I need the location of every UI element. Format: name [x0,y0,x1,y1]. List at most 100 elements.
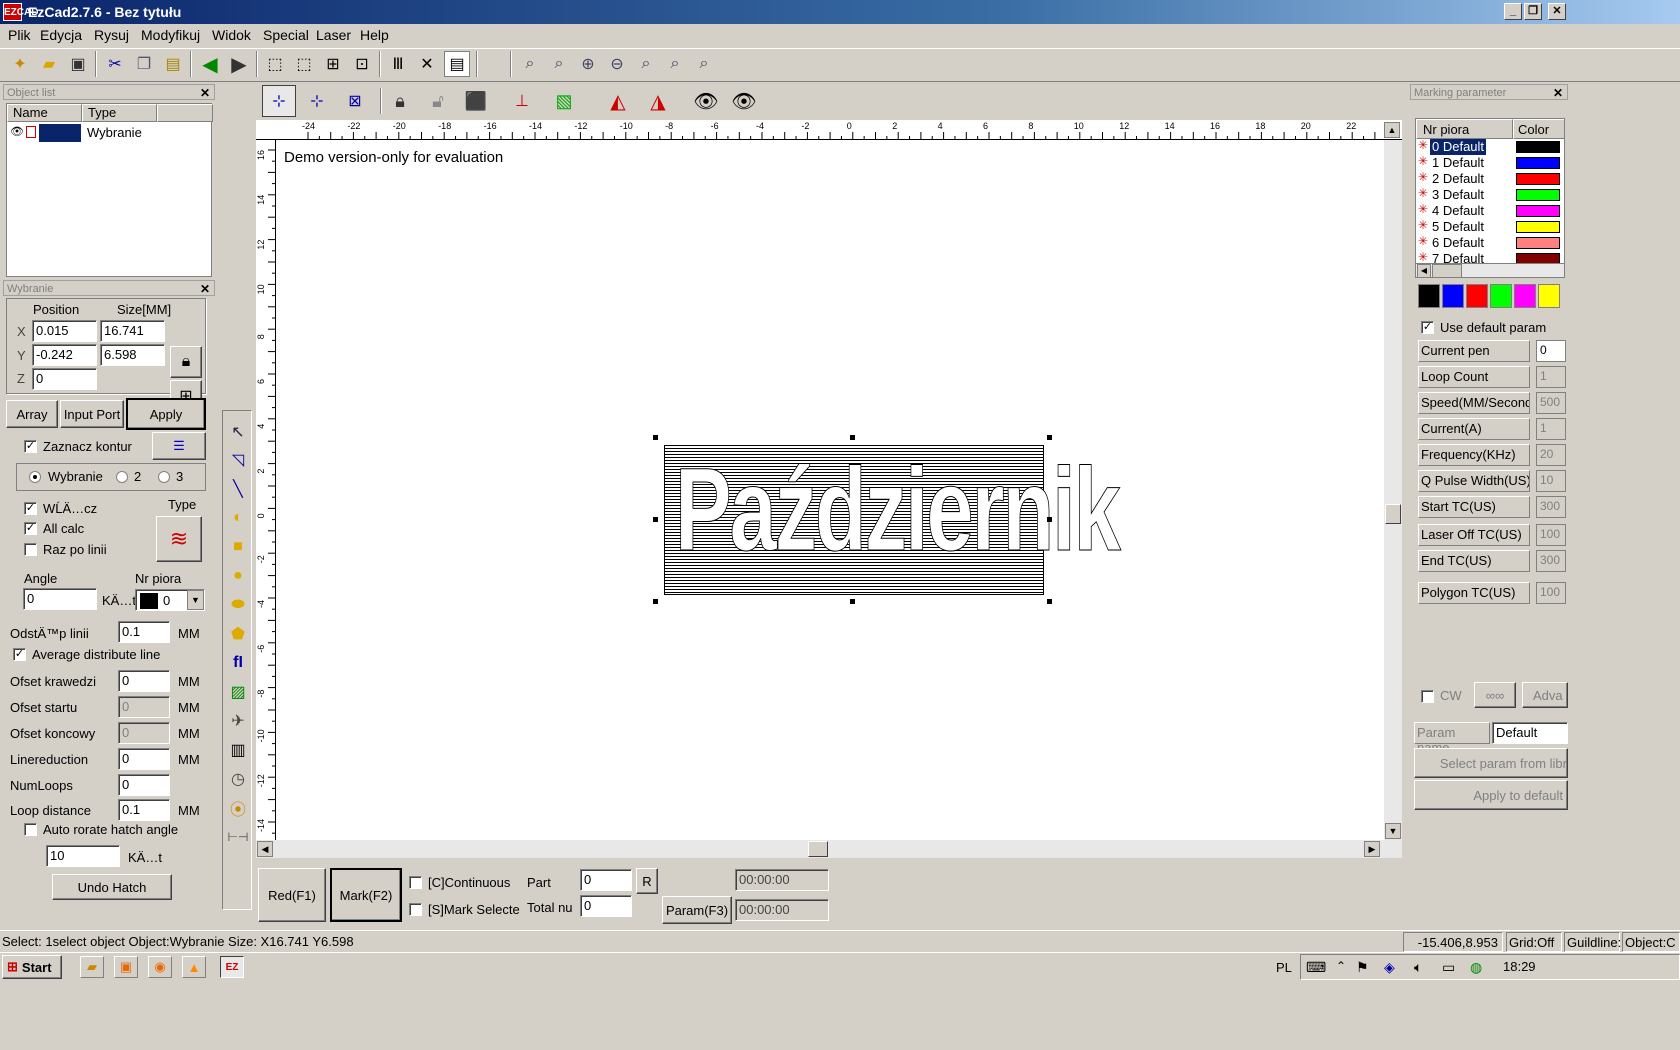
undo-hatch-button[interactable]: Undo Hatch [52,874,172,900]
select-edit-icon[interactable]: ⊞ [320,51,346,77]
lock-ratio-icon[interactable]: 🔒︎ [170,346,202,378]
selection-handle[interactable] [653,435,658,440]
zaznacz-kontur-checkbox[interactable]: ✓ [24,440,37,453]
selection-handle[interactable] [850,599,855,604]
flag-icon[interactable]: ⚑ [1356,959,1369,976]
undo-icon[interactable]: ◀ [197,51,223,77]
node-edit-icon[interactable]: ◹ [226,448,250,472]
new-file-icon[interactable]: ✦ [7,51,33,77]
pen-color-swatch[interactable] [1516,205,1560,217]
rotate-select-icon[interactable]: ⊹ [300,85,334,117]
pen-color-swatch[interactable] [1516,189,1560,201]
menu-help[interactable]: Help [360,27,389,43]
pen-color-swatch[interactable] [1516,157,1560,169]
rectangle-icon[interactable]: ■ [226,535,250,559]
vlc-icon[interactable]: ▲ [182,956,206,978]
cut-icon[interactable]: ✂ [102,51,128,77]
pen-list-scrollbar[interactable]: ◀ [1416,263,1564,277]
pen-row[interactable]: ✳ 2 Default [1416,170,1564,187]
pen-color-swatch[interactable] [1516,237,1560,249]
input-port-icon[interactable]: ⦿ [226,796,250,820]
pen-row[interactable]: ✳ 5 Default [1416,218,1564,235]
zoom-window-icon[interactable]: ⌕ [546,51,572,77]
menu-plik[interactable]: Plik [8,27,31,43]
linereduction-input[interactable]: 0 [118,748,170,770]
pen-row[interactable]: ✳ 4 Default [1416,202,1564,219]
selection-handle[interactable] [653,599,658,604]
selection-handle[interactable] [1047,599,1052,604]
hatched-text-object[interactable]: Październik [664,444,1121,595]
minimize-button[interactable]: _ [1504,3,1522,20]
radio-2[interactable] [116,471,128,483]
mark-selected-checkbox[interactable] [409,903,422,916]
ofset-koncowy-input[interactable]: 0 [118,722,170,744]
copy-icon[interactable]: ❐ [131,51,157,77]
menu-edycja[interactable]: Edycja [40,27,82,43]
param-value-input[interactable]: 0 [1536,340,1566,362]
close-icon[interactable]: ✕ [200,85,210,101]
odstep-input[interactable]: 0.1 [118,621,170,643]
pen-list-scroll-thumb[interactable] [1432,264,1462,277]
zoom-out-icon[interactable]: ⊖ [604,51,630,77]
zoom-icon[interactable]: ⌕ [517,51,543,77]
selection-handle[interactable] [850,435,855,440]
pen-select[interactable]: 0 ▼ [135,589,205,611]
drawing-canvas[interactable]: Demo version-only for evaluation Paździe… [276,140,1384,840]
ofset-startu-input[interactable]: 0 [118,696,170,718]
reset-part-button[interactable]: R [636,868,658,894]
mirror-h-icon[interactable]: ◭ [602,85,634,117]
select-node-icon[interactable]: ⊡ [349,51,375,77]
close-icon[interactable]: ✕ [1553,85,1563,101]
explorer-icon[interactable]: ▰ [80,956,104,978]
timer-icon[interactable]: ◷ [226,767,250,791]
output-port-icon[interactable]: ⊢⊣ [226,825,250,849]
scroll-up-button[interactable]: ▲ [1384,122,1400,138]
param-value-input[interactable]: 100 [1536,524,1566,546]
scroll-left-button[interactable]: ◀ [1417,264,1431,277]
contour-pen-icon[interactable]: ☰ [152,432,206,460]
pointer-icon[interactable]: ↖ [226,420,250,444]
list-view-icon[interactable]: ▤ [444,51,470,77]
x-size-input[interactable]: 16.741 [100,320,165,342]
display-icon[interactable]: ▭ [1442,959,1455,976]
select-group-icon[interactable]: ⬚ [291,51,317,77]
redo-icon[interactable]: ▶ [226,51,252,77]
color-swatch[interactable] [1538,284,1560,308]
close-icon[interactable]: ✕ [200,281,210,297]
select-param-button[interactable]: Select param from libr [1414,748,1568,778]
horizontal-scrollbar[interactable]: ◀ ▶ [256,840,1402,858]
lock-icon[interactable]: 🔒︎ [384,85,416,117]
part-input[interactable]: 0 [580,869,632,891]
save-icon[interactable]: ▣ [65,51,91,77]
numloops-input[interactable]: 0 [118,774,170,796]
color-swatch[interactable] [1514,284,1536,308]
eye-icon[interactable]: 👁︎ [10,125,24,138]
horizontal-scroll-thumb[interactable] [808,841,828,857]
wlacz-checkbox[interactable]: ✓ [24,502,37,515]
wobble-icon[interactable]: ∞∞ [1474,682,1516,708]
y-position-input[interactable]: -0.242 [32,344,97,366]
maximize-button[interactable]: ❐ [1524,3,1542,20]
advanced-button[interactable]: Adva [1522,682,1568,708]
selection-handle[interactable] [1047,517,1052,522]
auto-rotate-checkbox[interactable] [24,823,37,836]
param-value-input[interactable]: 1 [1536,418,1566,440]
select-all-icon[interactable]: ⊹ [262,85,296,117]
close-button[interactable]: ✕ [1548,3,1566,20]
all-calc-checkbox[interactable]: ✓ [24,522,37,535]
chevron-up-icon[interactable]: ⌃ [1336,959,1346,973]
radio-3[interactable] [158,471,170,483]
select-nodes-icon[interactable]: ⬚ [262,51,288,77]
apply-button[interactable]: Apply [126,398,206,430]
param-value-input[interactable]: 300 [1536,496,1566,518]
apply-default-button[interactable]: Apply to default [1414,780,1568,810]
color-swatch[interactable] [1490,284,1512,308]
polygon-icon[interactable]: ⬟ [226,622,250,646]
pen-row[interactable]: ✳ 1 Default [1416,154,1564,171]
pen-row[interactable]: ✳ 6 Default [1416,234,1564,251]
menu-rysuj[interactable]: Rysuj [94,27,129,43]
raz-po-linii-checkbox[interactable] [24,543,37,556]
vertical-scroll-thumb[interactable] [1385,504,1401,524]
bitmap-icon[interactable]: ▨ [226,680,250,704]
column-header-pen[interactable]: Nr piora [1416,119,1513,139]
